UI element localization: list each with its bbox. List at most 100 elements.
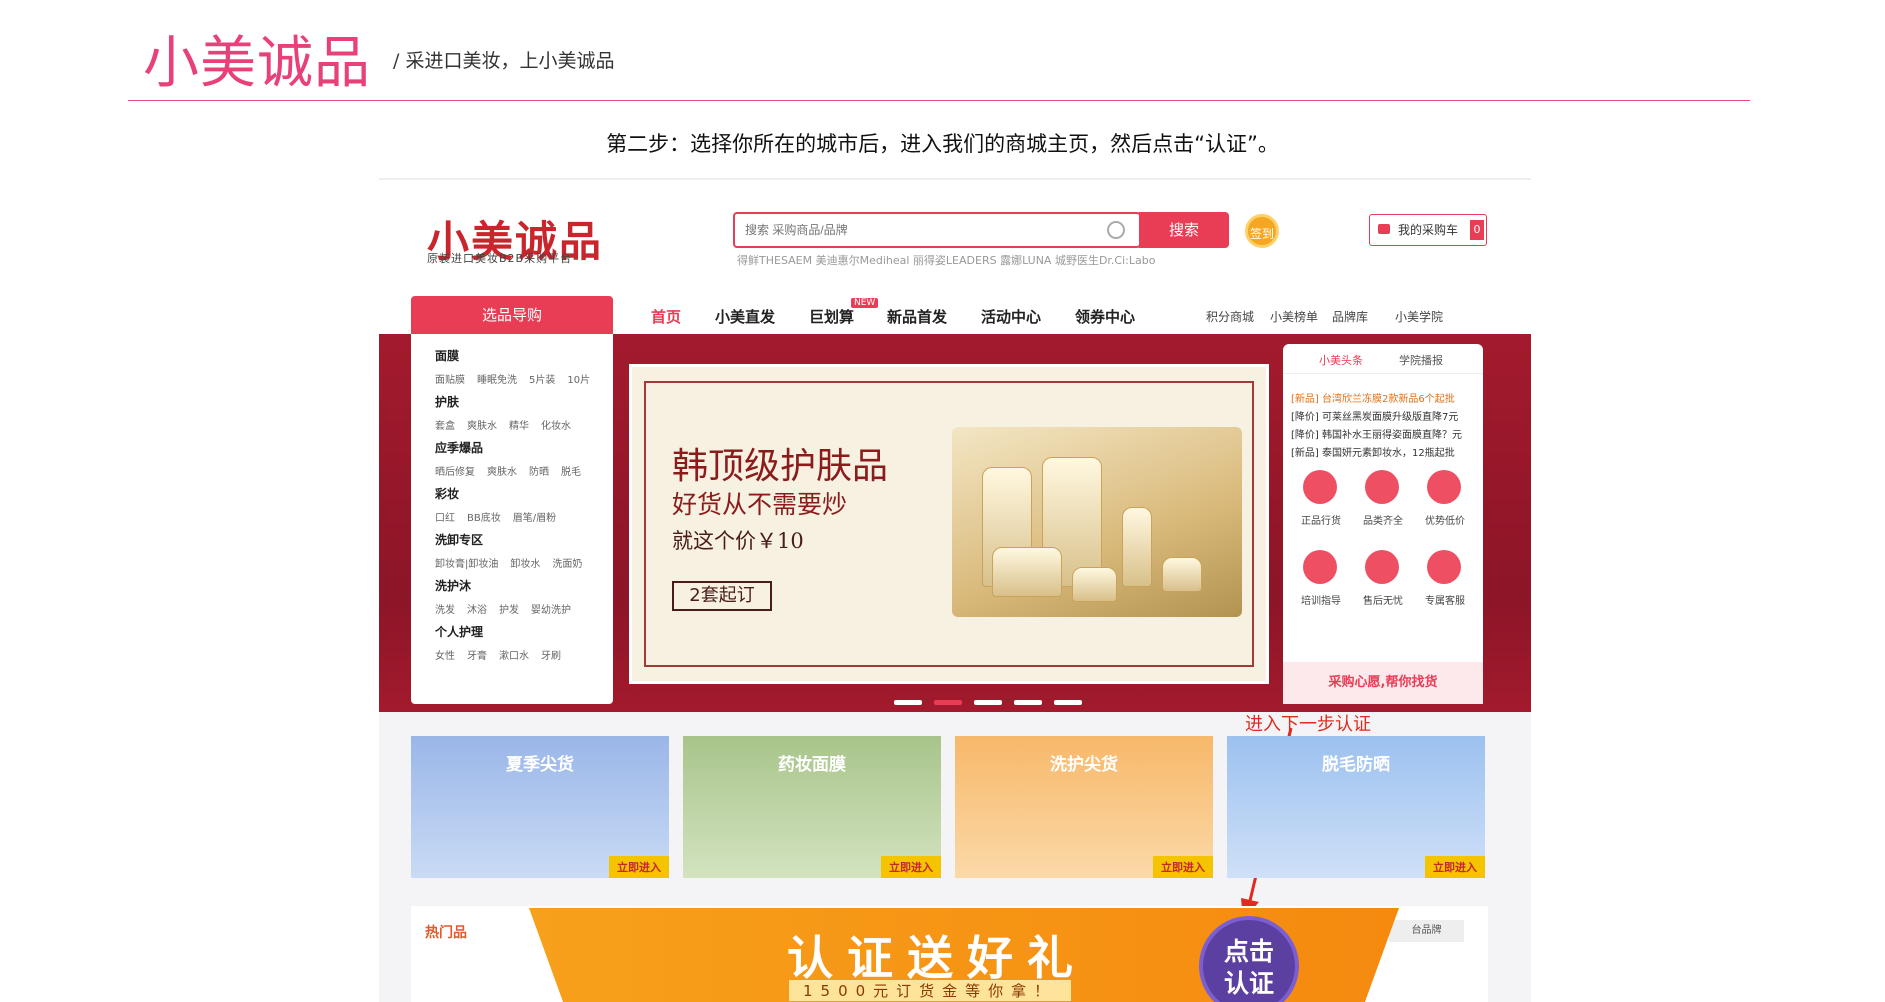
product-jar bbox=[992, 547, 1062, 597]
category-title[interactable]: 面膜 bbox=[435, 347, 613, 364]
product-bottle bbox=[1122, 507, 1152, 587]
category-link[interactable]: 睡眠免洗 bbox=[477, 375, 517, 386]
search-input[interactable] bbox=[745, 223, 1065, 237]
signin-button[interactable]: 签到 bbox=[1245, 214, 1279, 248]
cart-button[interactable]: 我的采购车 0 bbox=[1369, 214, 1487, 246]
category-title[interactable]: 洗护沐 bbox=[435, 577, 613, 594]
category-title[interactable]: 洗卸专区 bbox=[435, 531, 613, 548]
cart-count-badge: 0 bbox=[1470, 220, 1484, 240]
nav-item-home[interactable]: 首页 bbox=[651, 306, 681, 327]
category-link[interactable]: 爽肤水 bbox=[487, 467, 517, 478]
category-link[interactable]: 眉笔/眉粉 bbox=[513, 513, 556, 524]
customer-service-icon[interactable] bbox=[1427, 550, 1461, 584]
category-link[interactable]: 防晒 bbox=[529, 467, 549, 478]
category-nav-title[interactable]: 选品导购 bbox=[411, 296, 613, 334]
carousel-dot-active[interactable] bbox=[934, 700, 962, 705]
category-link[interactable]: 女性 bbox=[435, 651, 455, 662]
nav-item-academy[interactable]: 小美学院 bbox=[1395, 308, 1443, 325]
brand-tab[interactable]: 台品牌 bbox=[1389, 920, 1464, 942]
news-item[interactable]: [降价] 韩国补水王丽得姿面膜直降？元 bbox=[1291, 426, 1462, 441]
ad-subtitle: 1500元订货金等你拿！ bbox=[789, 980, 1072, 1001]
carousel-dot[interactable] bbox=[1014, 700, 1042, 705]
tile-enter-button[interactable]: 立即进入 bbox=[1425, 856, 1485, 878]
category-link[interactable]: 洗发 bbox=[435, 605, 455, 616]
tile-mask[interactable]: 药妆面膜 立即进入 bbox=[683, 736, 941, 878]
category-link[interactable]: 脱毛 bbox=[561, 467, 581, 478]
category-title[interactable]: 应季爆品 bbox=[435, 439, 613, 456]
tile-title: 脱毛防晒 bbox=[1322, 755, 1390, 775]
tile-sunscreen[interactable]: 脱毛防晒 立即进入 bbox=[1227, 736, 1485, 878]
tab-academy-news[interactable]: 学院播报 bbox=[1399, 352, 1443, 368]
step-instruction: 第二步：选择你所在的城市后，进入我们的商城主页，然后点击“认证”。 bbox=[606, 132, 1279, 156]
category-link[interactable]: 5片装 bbox=[529, 375, 555, 386]
service-label: 优势低价 bbox=[1425, 516, 1465, 527]
nav-item-deals[interactable]: 巨划算 bbox=[809, 306, 854, 327]
category-title[interactable]: 护肤 bbox=[435, 393, 613, 410]
tile-summer[interactable]: 夏季尖货 立即进入 bbox=[411, 736, 669, 878]
news-item[interactable]: [新品] 泰国妍元素卸妆水，12瓶起批 bbox=[1291, 444, 1455, 459]
category-link[interactable]: 卸妆膏|卸妆油 bbox=[435, 559, 498, 570]
new-badge: NEW bbox=[851, 298, 879, 308]
service-label: 售后无忧 bbox=[1363, 596, 1403, 607]
category-link[interactable]: 婴幼洗护 bbox=[531, 605, 571, 616]
service-label: 培训指导 bbox=[1301, 596, 1341, 607]
category-link[interactable]: 面贴膜 bbox=[435, 375, 465, 386]
category-link[interactable]: 沐浴 bbox=[467, 605, 487, 616]
page-logo: 小美诚品 bbox=[143, 31, 371, 96]
full-category-icon[interactable] bbox=[1365, 470, 1399, 504]
page-header: 小美诚品 / 采进口美妆，上小美诚品 bbox=[128, 0, 1750, 101]
tile-enter-button[interactable]: 立即进入 bbox=[1153, 856, 1213, 878]
nav-item-coupons[interactable]: 领券中心 bbox=[1075, 306, 1135, 327]
category-link[interactable]: 洗面奶 bbox=[552, 559, 582, 570]
news-item[interactable]: [降价] 可莱丝黑炭面膜升级版直降7元 bbox=[1291, 408, 1458, 423]
category-link[interactable]: 精华 bbox=[509, 421, 529, 432]
tile-enter-button[interactable]: 立即进入 bbox=[881, 856, 941, 878]
category-link[interactable]: BB底妆 bbox=[467, 513, 501, 524]
genuine-goods-icon[interactable] bbox=[1303, 470, 1337, 504]
promo-slide[interactable]: 韩顶级护肤品 好货从不需要炒 就这个价￥10 2套起订 bbox=[629, 364, 1269, 684]
search-icon bbox=[1107, 221, 1125, 239]
promo-price: 就这个价￥10 bbox=[672, 529, 804, 553]
wishlist-button[interactable]: 采购心愿,帮你找货 bbox=[1283, 662, 1483, 704]
news-item[interactable]: [新品] 台湾欣兰冻膜2款新品6个起批 bbox=[1291, 390, 1455, 405]
training-icon[interactable] bbox=[1303, 550, 1337, 584]
tab-headlines[interactable]: 小美头条 bbox=[1319, 352, 1363, 368]
category-link[interactable]: 套盒 bbox=[435, 421, 455, 432]
after-sales-icon[interactable] bbox=[1365, 550, 1399, 584]
nav-item-direct[interactable]: 小美直发 bbox=[715, 306, 775, 327]
category-link[interactable]: 爽肤水 bbox=[467, 421, 497, 432]
category-link[interactable]: 10片 bbox=[567, 375, 590, 386]
category-link[interactable]: 牙膏 bbox=[467, 651, 487, 662]
category-link[interactable]: 护发 bbox=[499, 605, 519, 616]
low-price-icon[interactable] bbox=[1427, 470, 1461, 504]
category-title[interactable]: 个人护理 bbox=[435, 623, 613, 640]
nav-item-new-arrivals[interactable]: 新品首发 bbox=[887, 306, 947, 327]
ad-title: 认证送好礼 bbox=[787, 931, 1087, 985]
promo-headline: 韩顶级护肤品 bbox=[672, 446, 889, 487]
nav-item-points-mall[interactable]: 积分商城 bbox=[1206, 308, 1254, 325]
tile-enter-button[interactable]: 立即进入 bbox=[609, 856, 669, 878]
category-title[interactable]: 彩妆 bbox=[435, 485, 613, 502]
tile-wash[interactable]: 洗护尖货 立即进入 bbox=[955, 736, 1213, 878]
product-image bbox=[952, 427, 1242, 617]
category-link[interactable]: 漱口水 bbox=[499, 651, 529, 662]
search-button[interactable]: 搜索 bbox=[1139, 212, 1229, 248]
cart-label: 我的采购车 bbox=[1398, 223, 1459, 237]
category-link[interactable]: 晒后修复 bbox=[435, 467, 475, 478]
carousel-dot[interactable] bbox=[1054, 700, 1082, 705]
category-link[interactable]: 化妆水 bbox=[541, 421, 571, 432]
service-label: 正品行货 bbox=[1301, 516, 1341, 527]
category-link[interactable]: 牙刷 bbox=[541, 651, 561, 662]
carousel-dot[interactable] bbox=[894, 700, 922, 705]
category-panel: 面膜 面贴膜 睡眠免洗 5片装 10片 护肤 套盒 爽肤水 精华 化妆水 应季爆品 晒后修复… bbox=[411, 334, 613, 704]
category-link[interactable]: 卸妆水 bbox=[510, 559, 540, 570]
nav-item-brands[interactable]: 品牌库 bbox=[1332, 308, 1368, 325]
category-link[interactable]: 口红 bbox=[435, 513, 455, 524]
tile-title: 洗护尖货 bbox=[1050, 755, 1118, 775]
site-screenshot: 小美诚品 原装进口美妆B2B采购平台 搜索 得鲜THESAEM 美迪惠尔Medi… bbox=[379, 178, 1531, 1002]
nav-item-activities[interactable]: 活动中心 bbox=[981, 306, 1041, 327]
nav-item-rankings[interactable]: 小美榜单 bbox=[1270, 308, 1318, 325]
carousel-dot[interactable] bbox=[974, 700, 1002, 705]
hot-search-words[interactable]: 得鲜THESAEM 美迪惠尔Mediheal 丽得姿LEADERS 露娜LUNA… bbox=[737, 252, 1155, 268]
search-box bbox=[733, 212, 1141, 248]
